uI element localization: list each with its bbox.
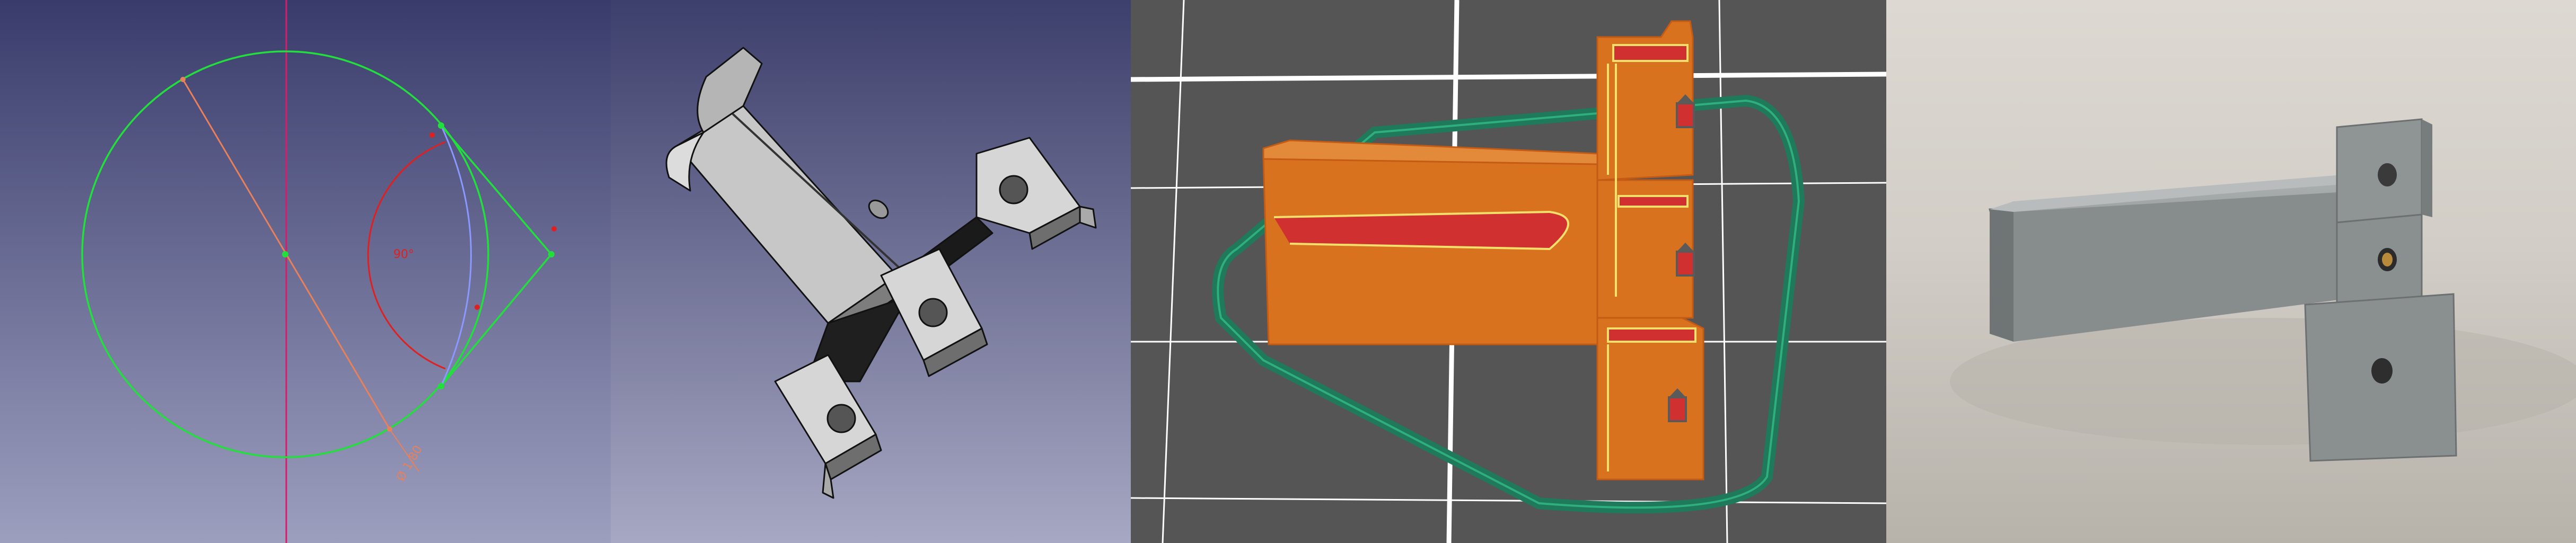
dimension-end-bottom xyxy=(387,426,392,432)
hole-icon xyxy=(1676,102,1695,128)
slicer-preview-view[interactable] xyxy=(1131,0,1886,543)
sliced-slot xyxy=(1273,210,1569,251)
photo-canvas xyxy=(1950,118,2576,462)
hole-icon xyxy=(2378,163,2397,186)
center-point[interactable] xyxy=(282,251,288,257)
tangent-lines[interactable] xyxy=(440,124,553,387)
tangent-point-top[interactable] xyxy=(438,122,444,129)
block-tab xyxy=(1079,206,1097,229)
slicer-canvas[interactable] xyxy=(1131,0,1886,543)
block-top-surface xyxy=(1612,44,1689,62)
hole-icon xyxy=(2371,358,2393,384)
diameter-label[interactable]: Ø 1.80 xyxy=(394,443,425,484)
part-long-body xyxy=(676,105,898,324)
dimension-end-top xyxy=(180,77,186,82)
hole-icon xyxy=(1676,251,1695,277)
screw-hole-icon xyxy=(827,404,856,433)
slot-end xyxy=(868,199,889,219)
screw-hole-icon xyxy=(999,175,1028,204)
coincident-constraint-icon xyxy=(551,226,557,232)
printed-part-photo xyxy=(1886,0,2576,543)
angle-label[interactable]: 90° xyxy=(393,248,414,261)
sliced-long-body xyxy=(1262,155,1598,345)
screw-hole-icon xyxy=(918,298,948,327)
apex-point[interactable] xyxy=(548,251,555,257)
block-middle-surface xyxy=(1617,195,1689,208)
cad-canvas[interactable] xyxy=(611,0,1131,543)
printed-body-end xyxy=(1990,209,2014,342)
block-side xyxy=(2422,119,2432,217)
tangent-constraint-icon xyxy=(429,132,435,138)
tangent-constraint-icon xyxy=(474,305,480,310)
freecad-sketch-view[interactable]: 90° Ø 1.80 xyxy=(0,0,611,543)
tangent-point-bottom[interactable] xyxy=(438,383,444,389)
freecad-3d-model-view[interactable] xyxy=(611,0,1131,543)
hole-icon xyxy=(1668,396,1687,422)
brass-insert xyxy=(2382,253,2393,266)
block-bottom-surface xyxy=(1607,327,1696,343)
sketch-canvas[interactable]: 90° Ø 1.80 xyxy=(0,0,611,543)
